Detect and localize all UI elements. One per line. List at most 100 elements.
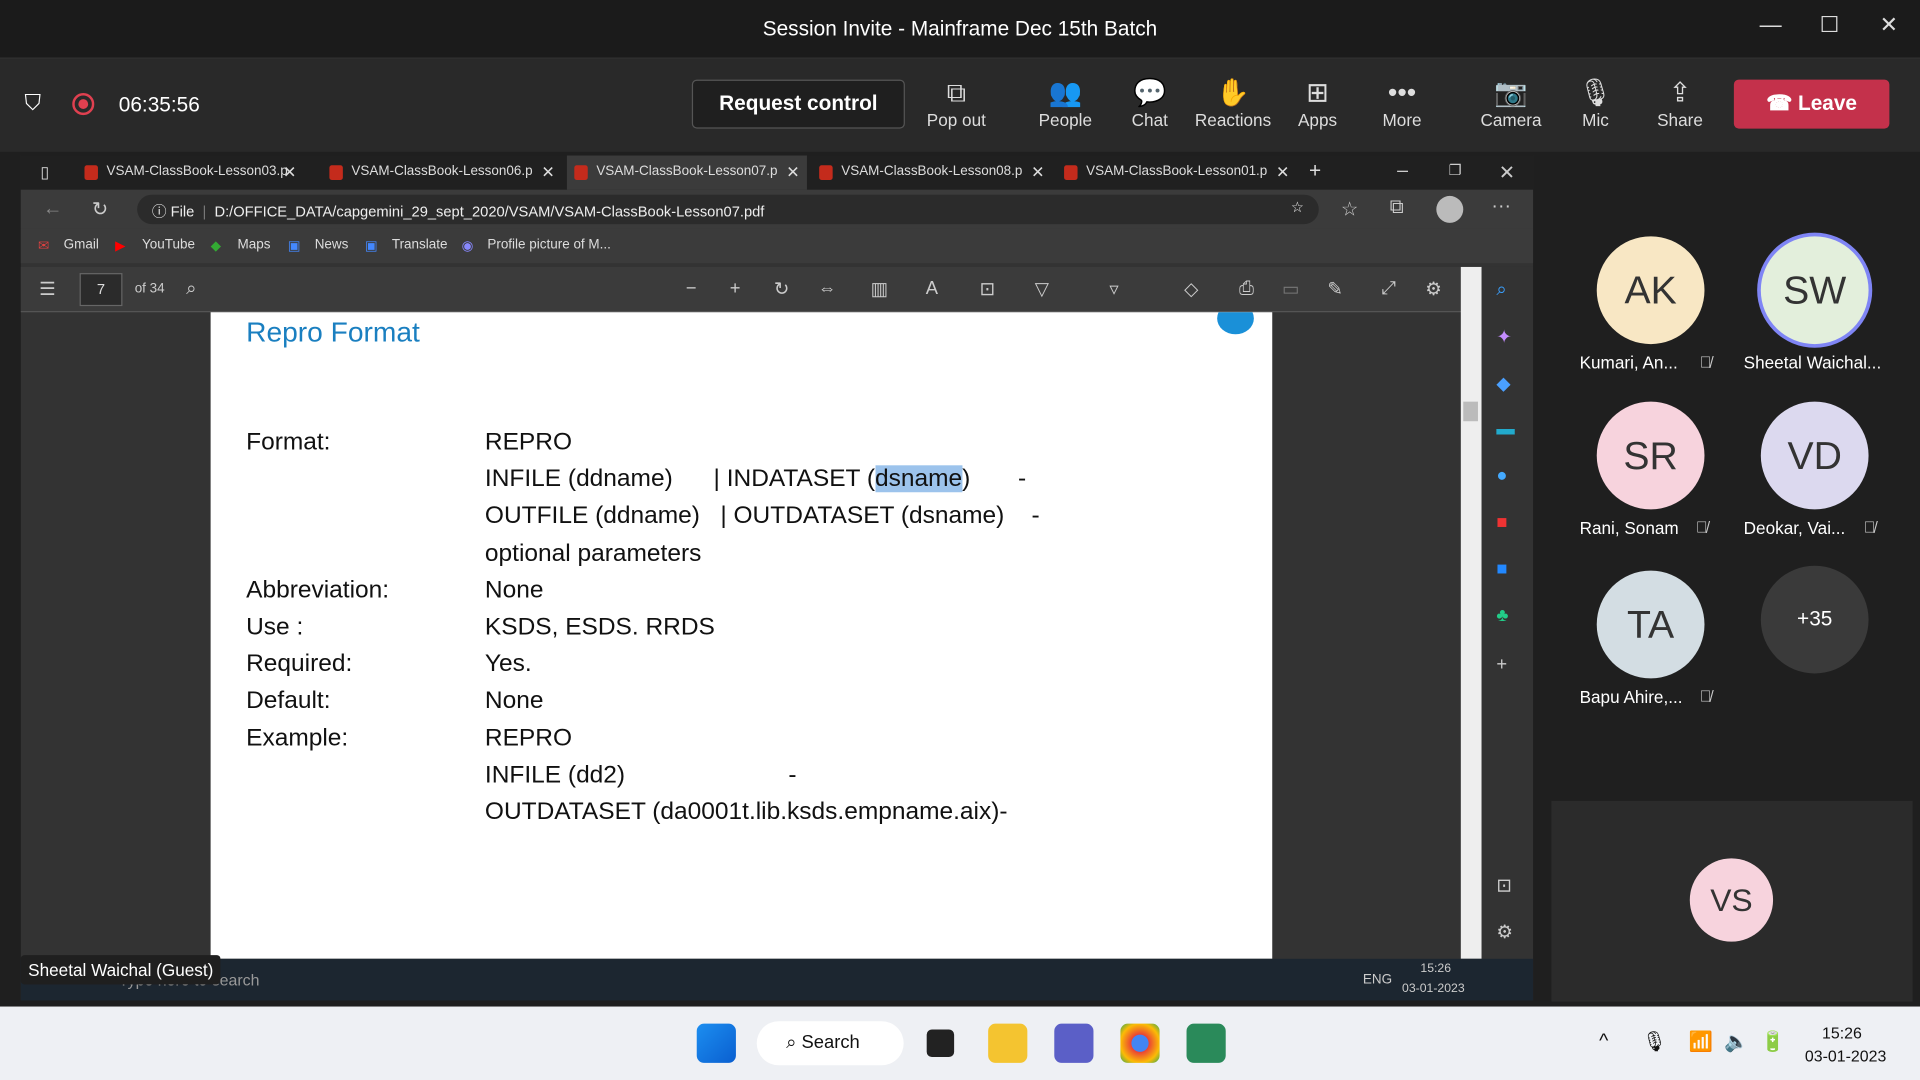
- clock-time[interactable]: 15:26: [1822, 1024, 1862, 1042]
- refresh-icon[interactable]: ↻: [92, 197, 108, 221]
- chevron-up-icon[interactable]: ^: [1599, 1031, 1608, 1053]
- games-icon[interactable]: ●: [1496, 465, 1507, 486]
- field-label: Use :: [246, 613, 304, 641]
- search-icon[interactable]: ⌕: [1496, 279, 1506, 300]
- bookmark-youtube[interactable]: YouTube: [142, 238, 195, 253]
- bookmark-translate[interactable]: Translate: [392, 238, 448, 253]
- save-as-icon[interactable]: ✎: [1327, 278, 1342, 300]
- browser-restore-icon[interactable]: ❐: [1449, 162, 1462, 179]
- address-bar[interactable]: ⓘ File | D:/OFFICE_DATA/capgemini_29_sep…: [137, 194, 1319, 225]
- browser-close-icon[interactable]: ✕: [1499, 160, 1515, 184]
- hide-sidebar-icon[interactable]: ⊡: [1496, 874, 1511, 897]
- maximize-button[interactable]: ☐: [1820, 12, 1840, 38]
- contents-icon[interactable]: ☰: [39, 278, 55, 300]
- collections-icon[interactable]: ⧉: [1390, 197, 1404, 219]
- fit-width-icon[interactable]: ⇔: [818, 278, 836, 299]
- share-button[interactable]: ⇪ Share: [1637, 76, 1723, 130]
- chrome-icon[interactable]: [1120, 1023, 1160, 1063]
- participant-avatar[interactable]: SW: [1760, 236, 1869, 345]
- new-tab-icon[interactable]: +: [1309, 159, 1321, 183]
- request-control-button[interactable]: Request control: [691, 79, 905, 129]
- bookmark-profile-picture[interactable]: Profile picture of M...: [487, 238, 611, 253]
- tab-lesson07[interactable]: VSAM-ClassBook-Lesson07.p ✕: [566, 155, 807, 190]
- search-icon[interactable]: ⌕: [186, 278, 196, 299]
- tab-lesson03[interactable]: VSAM-ClassBook-Lesson03.p ✕: [77, 156, 296, 190]
- clock-date[interactable]: 03-01-2023: [1805, 1047, 1886, 1065]
- print-icon[interactable]: ⎙: [1239, 278, 1254, 299]
- page-number-input[interactable]: 7: [79, 273, 123, 307]
- read-aloud-icon[interactable]: A: [926, 278, 938, 299]
- highlight-icon[interactable]: ▿: [1109, 278, 1118, 300]
- task-view-icon[interactable]: [926, 1029, 955, 1057]
- browser-minimize-icon[interactable]: –: [1397, 160, 1408, 182]
- battery-icon[interactable]: 🔋: [1761, 1030, 1785, 1054]
- participant-avatar[interactable]: SR: [1596, 401, 1705, 510]
- bookmark-gmail[interactable]: Gmail: [64, 238, 99, 253]
- page-view-icon[interactable]: ▥: [871, 278, 888, 300]
- mic-muted-icon[interactable]: 🎙: [1642, 1030, 1667, 1054]
- add-favorite-icon[interactable]: ☆: [1291, 198, 1304, 215]
- bookmark-news[interactable]: News: [315, 238, 349, 253]
- value-text: None: [484, 687, 544, 715]
- label: More: [1382, 110, 1422, 130]
- favorites-icon[interactable]: ☆: [1341, 197, 1359, 221]
- outlook-icon[interactable]: ■: [1496, 558, 1507, 579]
- tab-actions-icon[interactable]: ▯: [40, 163, 49, 183]
- more-button[interactable]: ••• More: [1359, 76, 1445, 130]
- drop-icon[interactable]: ♣: [1496, 605, 1508, 626]
- apps-button[interactable]: ⊞ Apps: [1275, 76, 1361, 130]
- eraser-icon[interactable]: ◇: [1184, 278, 1198, 300]
- chat-button[interactable]: 💬 Chat: [1107, 76, 1193, 130]
- tab-lesson06[interactable]: VSAM-ClassBook-Lesson06.p ✕: [322, 156, 555, 190]
- minimize-button[interactable]: —: [1760, 12, 1782, 38]
- draw-icon[interactable]: ▽: [1035, 278, 1049, 300]
- participant-avatar[interactable]: AK: [1596, 236, 1705, 345]
- fullscreen-icon[interactable]: ⤢: [1381, 278, 1396, 299]
- more-participants[interactable]: +35: [1760, 565, 1869, 674]
- participant-name: Bapu Ahire,...: [1579, 686, 1683, 707]
- close-tab-icon[interactable]: ✕: [786, 163, 799, 183]
- bookmark-maps[interactable]: Maps: [238, 238, 271, 253]
- add-icon[interactable]: +: [1496, 654, 1507, 675]
- pdf-scrollbar[interactable]: [1460, 266, 1482, 959]
- settings-menu-icon[interactable]: ···: [1491, 196, 1511, 218]
- tab-lesson08[interactable]: VSAM-ClassBook-Lesson08.p ✕: [812, 156, 1044, 190]
- taskbar-search[interactable]: ⌕ Search: [756, 1021, 904, 1066]
- back-icon[interactable]: ←: [43, 198, 63, 220]
- wifi-icon[interactable]: 📶: [1689, 1030, 1713, 1054]
- participant-avatar[interactable]: TA: [1596, 570, 1705, 679]
- close-tab-icon[interactable]: ✕: [283, 163, 296, 183]
- close-button[interactable]: ✕: [1880, 12, 1898, 38]
- participant-avatar[interactable]: VD: [1760, 401, 1869, 510]
- close-tab-icon[interactable]: ✕: [1276, 163, 1289, 183]
- volume-icon[interactable]: 🔈: [1724, 1030, 1748, 1054]
- scroll-thumb[interactable]: [1463, 401, 1478, 422]
- pop-out-button[interactable]: ⧉ Pop out: [913, 76, 999, 130]
- save-icon[interactable]: ▭: [1282, 278, 1299, 300]
- camera-button[interactable]: 📷 Camera: [1468, 76, 1554, 130]
- teams-icon[interactable]: [1054, 1023, 1094, 1063]
- reactions-button[interactable]: ✋ Reactions: [1190, 76, 1276, 130]
- field-value: OUTFILE (ddname) | OUTDATASET (dsname) -: [485, 503, 1040, 531]
- pdf-settings-icon[interactable]: ⚙: [1425, 278, 1441, 300]
- zoom-in-icon[interactable]: +: [730, 278, 741, 299]
- tools-icon[interactable]: ▬: [1496, 419, 1514, 440]
- office-icon[interactable]: ■: [1496, 512, 1507, 533]
- pdf-toolbar: ☰ 7 of 34 ⌕ − + ↻ ⇔ ▥ A ⊡ ▽ ▿ ◇ ⎙ ▭ ✎ ⤢ …: [20, 266, 1470, 313]
- mic-button[interactable]: 🎙 Mic: [1553, 76, 1639, 130]
- start-icon[interactable]: [696, 1023, 736, 1063]
- close-tab-icon[interactable]: ✕: [1031, 163, 1044, 183]
- rotate-icon[interactable]: ↻: [774, 278, 789, 300]
- shopping-icon[interactable]: ◆: [1496, 372, 1510, 394]
- profile-avatar[interactable]: [1436, 195, 1464, 223]
- text-icon[interactable]: ⊡: [980, 278, 995, 300]
- leave-button[interactable]: ☎ Leave: [1733, 79, 1890, 129]
- close-tab-icon[interactable]: ✕: [541, 163, 554, 183]
- zoom-out-icon[interactable]: −: [686, 278, 697, 299]
- tab-lesson01[interactable]: VSAM-ClassBook-Lesson01.p ✕: [1057, 156, 1289, 190]
- remote-desktop-icon[interactable]: [1186, 1023, 1226, 1063]
- copilot-icon[interactable]: ✦: [1496, 326, 1511, 348]
- sidebar-settings-icon[interactable]: ⚙: [1496, 921, 1512, 943]
- people-button[interactable]: 👥 People: [1022, 76, 1108, 130]
- file-explorer-icon[interactable]: [988, 1023, 1028, 1063]
